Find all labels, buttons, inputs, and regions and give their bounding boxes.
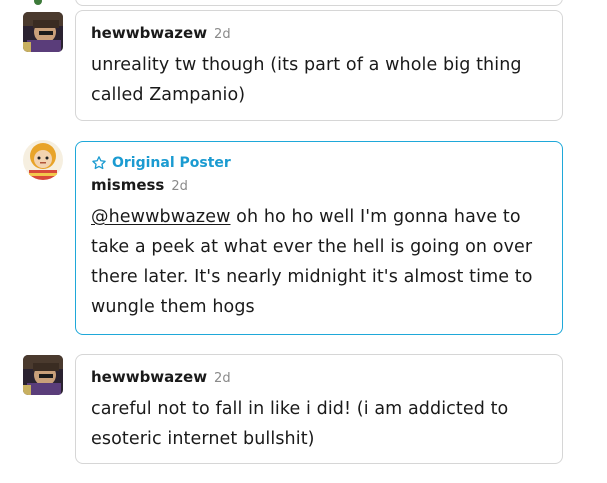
avatar[interactable] (23, 355, 63, 395)
previous-avatar[interactable] (34, 0, 42, 5)
reply-meta: hewwbwazew 2d (91, 24, 547, 44)
reply-thread: hewwbwazew 2d unreality tw though (its p… (0, 0, 607, 483)
avatar[interactable] (23, 140, 63, 180)
reply-bubble: hewwbwazew 2d unreality tw though (its p… (75, 10, 563, 121)
star-outline-icon (91, 155, 107, 171)
reply-text: unreality tw though (its part of a whole… (91, 55, 522, 105)
reply-bubble-op: Original Poster mismess 2d @hewwbwazew o… (75, 141, 563, 335)
original-poster-badge: Original Poster (91, 154, 547, 172)
original-poster-label: Original Poster (112, 155, 231, 171)
reply-text: @hewwbwazew oh ho ho well I'm gonna have… (91, 202, 547, 322)
reply-meta: mismess 2d (91, 176, 547, 196)
username[interactable]: hewwbwazew (91, 24, 207, 42)
reply-bubble: hewwbwazew 2d careful not to fall in lik… (75, 354, 563, 464)
previous-reply-bubble (75, 0, 563, 6)
avatar[interactable] (23, 12, 63, 52)
username[interactable]: hewwbwazew (91, 368, 207, 386)
reply-meta: hewwbwazew 2d (91, 368, 547, 388)
timestamp[interactable]: 2d (214, 371, 231, 386)
reply-text: careful not to fall in like i did! (i am… (91, 399, 509, 449)
username[interactable]: mismess (91, 176, 164, 194)
timestamp[interactable]: 2d (214, 27, 231, 42)
timestamp[interactable]: 2d (171, 179, 188, 194)
mention-link[interactable]: @hewwbwazew (91, 207, 231, 227)
